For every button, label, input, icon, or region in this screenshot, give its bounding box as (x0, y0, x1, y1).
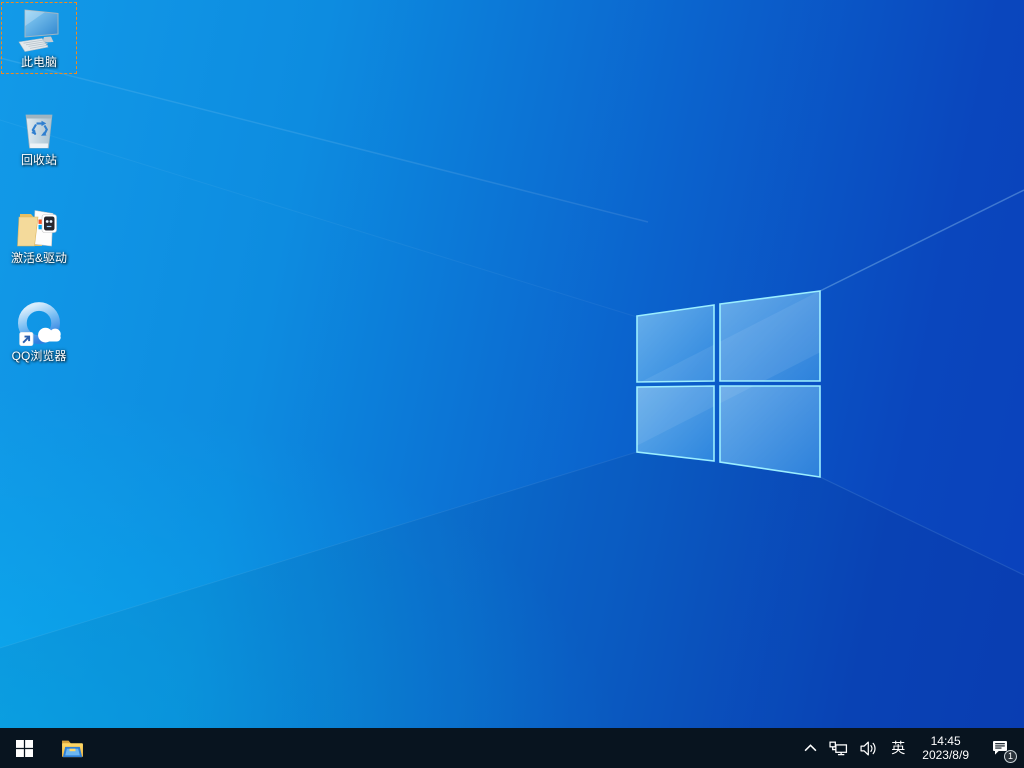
clock-date: 2023/8/9 (922, 748, 969, 762)
tray-show-hidden-icons[interactable] (798, 728, 823, 768)
tray-ime-indicator[interactable]: 英 (883, 728, 913, 768)
recycle-bin-icon (15, 104, 63, 152)
windows-logo (637, 291, 820, 477)
desktop-icon-this-pc[interactable]: 此电脑 (1, 2, 77, 74)
desktop-icon-label: 回收站 (21, 153, 57, 167)
ime-label: 英 (891, 738, 905, 758)
open-folder-icon (15, 202, 63, 250)
desktop-icon-label: 此电脑 (21, 55, 57, 69)
chevron-up-icon (804, 744, 817, 752)
system-tray: 英 14:45 2023/8/9 1 (798, 728, 1024, 768)
desktop-icon-qq-browser[interactable]: QQ浏览器 (1, 296, 77, 368)
taskbar-empty-area[interactable] (96, 728, 798, 768)
windows-flag-icon (16, 740, 33, 757)
action-center-button[interactable]: 1 (978, 728, 1024, 768)
file-explorer-icon (61, 739, 84, 758)
qq-browser-icon (15, 300, 63, 348)
start-button[interactable] (0, 728, 48, 768)
tray-network[interactable] (823, 728, 854, 768)
desktop-icon-label: QQ浏览器 (12, 349, 67, 363)
notification-badge: 1 (1004, 750, 1017, 763)
desktop-icon-grid: 此电脑 (1, 2, 79, 394)
desktop[interactable]: 此电脑 (0, 0, 1024, 728)
tray-clock[interactable]: 14:45 2023/8/9 (913, 728, 978, 768)
desktop-icon-activation-drivers[interactable]: 激活&驱动 (1, 198, 77, 270)
this-pc-icon (15, 6, 63, 54)
desktop-icon-recycle-bin[interactable]: 回收站 (1, 100, 77, 172)
desktop-icon-label: 激活&驱动 (11, 251, 67, 265)
windows-logo-wallpaper (0, 0, 1024, 728)
taskbar: 英 14:45 2023/8/9 1 (0, 728, 1024, 768)
file-explorer-button[interactable] (48, 728, 96, 768)
speaker-icon (860, 741, 877, 756)
clock-time: 14:45 (931, 734, 961, 748)
ethernet-network-icon (829, 741, 848, 756)
tray-volume[interactable] (854, 728, 883, 768)
